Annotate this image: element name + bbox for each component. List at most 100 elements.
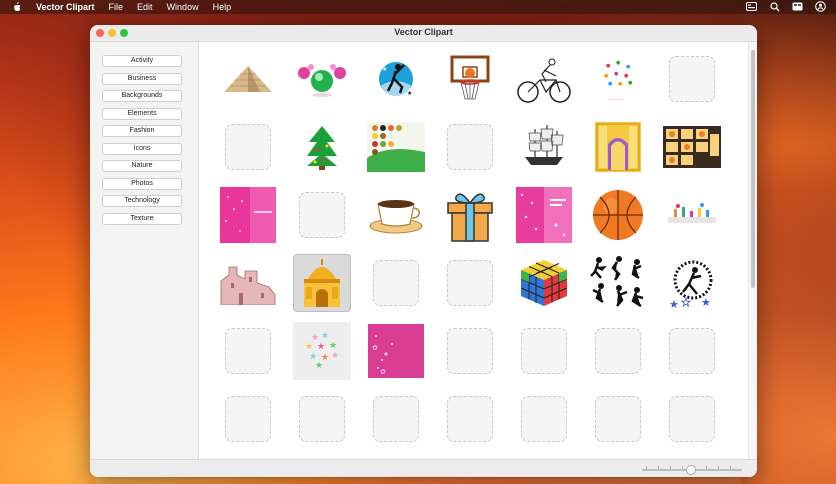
empty-placeholder [373, 260, 419, 306]
clipart-pink-building[interactable] [219, 254, 277, 312]
clipart-rubiks-cube[interactable] [515, 254, 573, 312]
category-activity-button[interactable]: Activity [102, 55, 182, 67]
category-business-button[interactable]: Business [102, 72, 182, 85]
clipart-golden-temple[interactable] [293, 254, 351, 312]
menu-bar: Vector Clipart File Edit Window Help [0, 0, 836, 14]
dock-edge [95, 478, 741, 484]
category-elements-button[interactable]: Elements [102, 107, 182, 120]
pink-building-image [219, 261, 277, 305]
slider-tick [718, 466, 719, 469]
window-menu[interactable]: Window [167, 2, 199, 12]
empty-slot[interactable] [367, 254, 425, 312]
empty-slot[interactable] [441, 254, 499, 312]
zoom-slider-knob[interactable] [686, 465, 696, 475]
empty-slot[interactable] [441, 322, 499, 380]
empty-placeholder [299, 396, 345, 442]
clipart-confetti-circle[interactable]: ● ● ● ● ● ● ● ● ● ~~~~~~ [589, 50, 647, 108]
pink-greeting-card-image [516, 187, 572, 243]
empty-slot[interactable] [589, 322, 647, 380]
empty-slot[interactable] [663, 50, 721, 108]
empty-slot[interactable] [219, 390, 277, 448]
basketball-image [591, 188, 645, 242]
clipart-pyramid[interactable] [219, 50, 277, 108]
empty-slot[interactable] [293, 390, 351, 448]
control-center-icon[interactable] [746, 1, 757, 12]
empty-slot[interactable] [219, 118, 277, 176]
empty-slot[interactable] [515, 390, 573, 448]
empty-slot[interactable] [441, 390, 499, 448]
christmas-tree-image [305, 124, 339, 170]
clipart-basketball[interactable] [589, 186, 647, 244]
empty-placeholder [669, 56, 715, 102]
slider-tick [646, 466, 647, 469]
gift-box-image [444, 187, 496, 243]
svg-text:★: ★ [669, 298, 679, 310]
empty-slot[interactable] [293, 186, 351, 244]
rubiks-cube-image [517, 256, 571, 310]
christmas-ornaments-image [294, 59, 350, 99]
clipart-basketball-player[interactable]: ★ ★ [367, 50, 425, 108]
svg-text:~~~~~~: ~~~~~~ [608, 97, 624, 101]
category-photos-button[interactable]: Photos [102, 177, 182, 190]
cyclist-image [516, 54, 572, 104]
svg-text:★: ★ [331, 351, 339, 361]
app-name-menu[interactable]: Vector Clipart [36, 2, 95, 12]
clipart-pink-greeting-card[interactable] [515, 186, 573, 244]
file-menu[interactable]: File [109, 2, 124, 12]
empty-slot[interactable] [663, 322, 721, 380]
colorful-stars-image: ★ ★ ★ ★ ★ ★ ★ ★ ★ [293, 322, 351, 380]
category-backgrounds-button[interactable]: Backgrounds [102, 90, 182, 102]
category-icons-button[interactable]: Icons [102, 142, 182, 155]
empty-slot[interactable] [663, 390, 721, 448]
vertical-scrollbar[interactable] [748, 42, 757, 459]
clipart-christmas-tree[interactable] [293, 118, 351, 176]
clipart-coffee-cup[interactable] [367, 186, 425, 244]
svg-text:★: ★ [305, 342, 313, 352]
clipart-pink-card[interactable] [219, 186, 277, 244]
clipart-photo-frames[interactable] [663, 118, 721, 176]
apple-menu-icon[interactable] [12, 2, 22, 12]
clipart-basketball-hoop[interactable] [441, 50, 499, 108]
clipart-dancer-stars[interactable]: ★ ★ ★ [663, 254, 721, 312]
category-technology-button[interactable]: Technology [102, 195, 182, 207]
confetti-circle-image: ● ● ● ● ● ● ● ● ● ~~~~~~ [596, 55, 640, 103]
clipart-golden-door[interactable] [589, 118, 647, 176]
clipart-pink-sparkle[interactable]: ✿ ✿ [367, 322, 425, 380]
clipart-gift-box[interactable] [441, 186, 499, 244]
empty-placeholder [447, 328, 493, 374]
svg-text:★: ★ [317, 342, 325, 352]
slider-tick [670, 466, 671, 469]
clipart-christmas-ornaments[interactable] [293, 50, 351, 108]
clipart-party[interactable] [663, 186, 721, 244]
search-icon[interactable] [769, 1, 780, 12]
help-menu[interactable]: Help [213, 2, 232, 12]
title-bar[interactable]: Vector Clipart [90, 25, 757, 42]
empty-slot[interactable] [441, 118, 499, 176]
category-fashion-button[interactable]: Fashion [102, 125, 182, 137]
user-icon[interactable] [815, 1, 826, 12]
category-texture-button[interactable]: Texture [102, 212, 182, 225]
display-icon[interactable] [792, 1, 803, 12]
slider-tick [706, 466, 707, 469]
clipart-colorful-stars[interactable]: ★ ★ ★ ★ ★ ★ ★ ★ ★ [293, 322, 351, 380]
sports-silhouettes-image [589, 254, 647, 312]
category-nature-button[interactable]: Nature [102, 160, 182, 172]
svg-text:●: ● [616, 60, 621, 66]
scroll-thumb[interactable] [751, 50, 755, 288]
photo-frames-image [663, 126, 721, 168]
clipart-food-icons[interactable] [367, 118, 425, 176]
empty-slot[interactable] [515, 322, 573, 380]
food-icons-image [367, 122, 425, 172]
empty-placeholder [225, 328, 271, 374]
svg-text:★: ★ [681, 296, 691, 309]
empty-slot[interactable] [589, 390, 647, 448]
pyramid-image [220, 64, 276, 94]
bottom-bar [90, 459, 757, 477]
empty-slot[interactable] [219, 322, 277, 380]
empty-slot[interactable] [367, 390, 425, 448]
edit-menu[interactable]: Edit [137, 2, 153, 12]
clipart-sports-silhouettes[interactable] [589, 254, 647, 312]
clipart-cyclist[interactable] [515, 50, 573, 108]
clipart-sailing-ship[interactable] [515, 118, 573, 176]
golden-door-image [595, 122, 641, 172]
